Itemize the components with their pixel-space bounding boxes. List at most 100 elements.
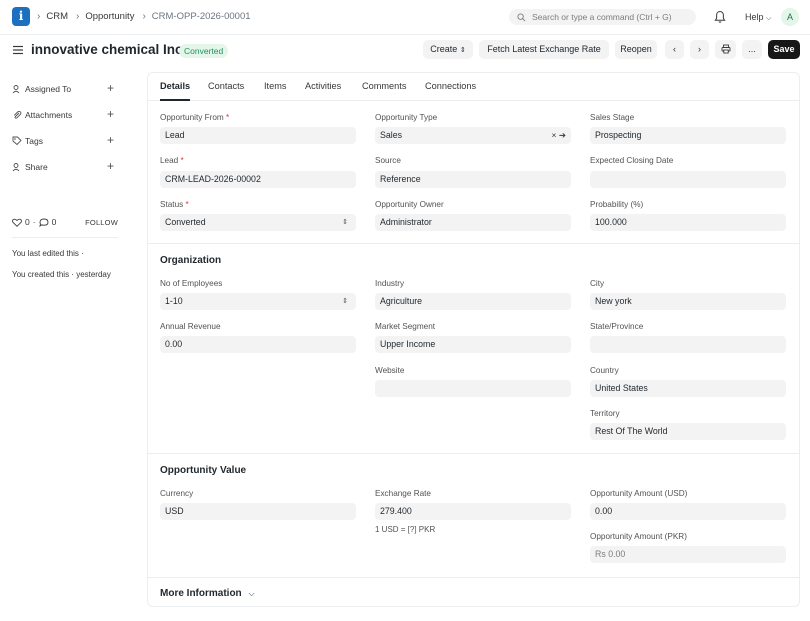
breadcrumb-current[interactable]: CRM-OPP-2026-00001 [152,11,251,22]
tab-comments[interactable]: Comments [362,81,406,91]
create-button[interactable]: Create ⇕ [423,40,473,59]
opportunity-from-label: Opportunity From * [160,113,230,122]
currency-field[interactable]: USD [160,503,356,520]
printer-icon [721,44,730,54]
status-label: Status * [160,200,189,209]
sidebar-item-assigned-to[interactable]: Assigned To + [12,81,122,96]
plus-icon[interactable]: + [107,159,114,173]
page-title: innovative chemical Inc [31,42,183,57]
tab-activities[interactable]: Activities [305,81,341,91]
help-menu[interactable]: Help ⌵ [745,12,771,23]
reopen-button[interactable]: Reopen [615,40,657,59]
territory-field[interactable]: Rest Of The World [590,423,786,440]
print-button[interactable] [715,40,736,59]
heart-icon[interactable] [12,218,22,227]
search-bar[interactable]: Search or type a command (Ctrl + G) [509,9,696,25]
probability-field[interactable]: 100.000 [590,214,786,231]
sales-stage-value: Prospecting [595,130,642,140]
revenue-label: Annual Revenue [160,322,221,331]
last-edited-note: You last edited this · [12,249,84,258]
follow-button[interactable]: FOLLOW [85,218,118,227]
dot-separator: · [32,217,36,227]
sales-stage-field[interactable]: Prospecting [590,127,786,144]
employees-select[interactable]: 1-10 ⇕ [160,293,356,310]
tab-details[interactable]: Details [160,81,190,91]
source-field[interactable]: Reference [375,171,571,188]
expected-closing-field[interactable] [590,171,786,188]
tab-items[interactable]: Items [264,81,286,91]
city-label: City [590,279,605,288]
currency-label: Currency [160,489,194,498]
sidebar-item-attachments[interactable]: Attachments + [12,107,122,122]
bell-icon[interactable] [714,10,726,24]
breadcrumb-crm[interactable]: CRM [46,11,68,22]
sidebar-divider [12,237,118,238]
exchange-rate-hint: 1 USD = [?] PKR [375,525,436,534]
top-navbar: i › CRM › Opportunity › CRM-OPP-2026-000… [0,0,810,35]
opportunity-from-field[interactable]: Lead [160,127,356,144]
avatar[interactable]: A [781,8,799,26]
lead-value: CRM-LEAD-2026-00002 [165,174,261,184]
app-logo[interactable]: i [12,7,30,26]
section-divider [148,243,799,244]
amount-usd-field[interactable]: 0.00 [590,503,786,520]
save-button[interactable]: Save [768,40,800,59]
state-field[interactable] [590,336,786,353]
amount-pkr-field: Rs 0.00 [590,546,786,563]
segment-field[interactable]: Upper Income [375,336,571,353]
exchange-rate-field[interactable]: 279.400 [375,503,571,520]
lead-field[interactable]: CRM-LEAD-2026-00002 [160,171,356,188]
sidebar-item-share[interactable]: Share + [12,159,122,174]
chevron-down-icon: ⌵ [248,589,255,598]
likes-comments-row: 0 · 0 FOLLOW [12,217,122,227]
plus-icon[interactable]: + [107,133,114,147]
country-field[interactable]: United States [590,380,786,397]
city-value: New york [595,296,632,306]
opportunity-from-value: Lead [165,130,185,140]
owner-field[interactable]: Administrator [375,214,571,231]
employees-label: No of Employees [160,279,223,288]
plus-icon[interactable]: + [107,81,114,95]
select-caret-icon: ⇕ [342,298,348,305]
breadcrumb-opportunity[interactable]: Opportunity [85,11,134,22]
previous-record-button[interactable]: ‹ [665,40,684,59]
sidebar-item-label: Tags [25,136,43,146]
clear-link-icon[interactable]: × ➔ [552,127,566,144]
country-label: Country [590,366,619,375]
fetch-exchange-rate-button[interactable]: Fetch Latest Exchange Rate [479,40,609,59]
employees-value: 1-10 [165,296,183,306]
comments-count: 0 [51,217,57,227]
website-label: Website [375,366,405,375]
tab-contacts[interactable]: Contacts [208,81,244,91]
paperclip-icon [13,110,22,119]
sidebar-item-tags[interactable]: Tags + [12,133,122,148]
created-note: You created this · yesterday [12,270,111,279]
status-badge: Converted [179,44,229,58]
more-actions-button[interactable]: ... [742,40,762,59]
chevron-left-icon: ‹ [673,44,676,54]
owner-value: Administrator [380,217,432,227]
revenue-field[interactable]: 0.00 [160,336,356,353]
opportunity-type-field[interactable]: Sales × ➔ [375,127,571,144]
source-label: Source [375,156,401,165]
city-field[interactable]: New york [590,293,786,310]
help-label: Help [745,12,764,22]
owner-label: Opportunity Owner [375,200,444,209]
sales-stage-label: Sales Stage [590,113,635,122]
hamburger-icon[interactable] [13,45,23,55]
search-placeholder: Search or type a command (Ctrl + G) [532,12,672,22]
website-field[interactable] [375,380,571,397]
industry-field[interactable]: Agriculture [375,293,571,310]
next-record-button[interactable]: › [690,40,709,59]
amount-usd-value: 0.00 [595,506,613,516]
amount-pkr-label: Opportunity Amount (PKR) [590,532,687,541]
industry-label: Industry [375,279,405,288]
exchange-rate-label: Exchange Rate [375,489,431,498]
plus-icon[interactable]: + [107,107,114,121]
expected-closing-label: Expected Closing Date [590,156,674,165]
tab-connections[interactable]: Connections [425,81,476,91]
status-select[interactable]: Converted ⇕ [160,214,356,231]
chevron-right-icon: › [75,11,80,22]
more-information-toggle[interactable]: More Information ⌵ [160,588,255,599]
comment-icon[interactable] [38,218,49,227]
